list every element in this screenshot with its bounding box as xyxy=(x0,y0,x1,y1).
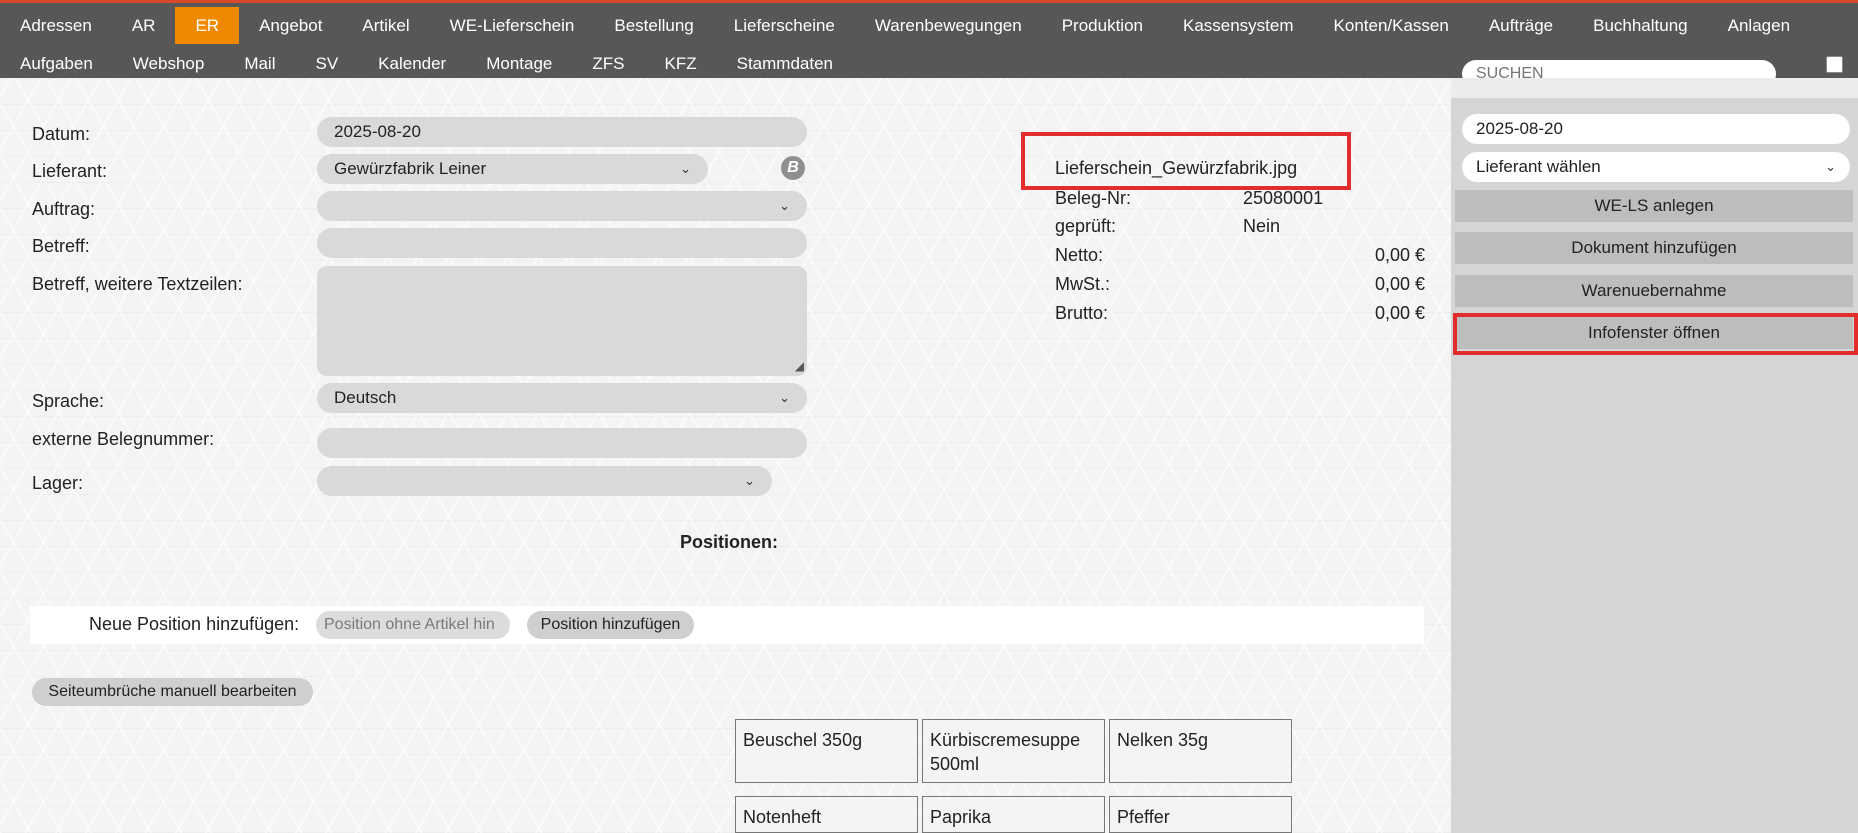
select-all-checkbox[interactable] xyxy=(1826,56,1843,73)
nav-item-webshop[interactable]: Webshop xyxy=(113,45,225,82)
nav-item-stammdaten[interactable]: Stammdaten xyxy=(717,45,853,82)
brutto-value: 0,00 € xyxy=(1375,303,1426,323)
article-tile[interactable]: Notenheft xyxy=(735,796,918,833)
chevron-down-icon: ⌄ xyxy=(779,390,790,405)
nav-item-zfs[interactable]: ZFS xyxy=(572,45,644,82)
nav-item-buchhaltung[interactable]: Buchhaltung xyxy=(1573,7,1708,44)
nav-item-bestellung[interactable]: Bestellung xyxy=(594,7,713,44)
nav-item-angebot[interactable]: Angebot xyxy=(239,7,342,44)
page-break-edit-button[interactable]: Seiteumbrüche manuell bearbeiten xyxy=(32,678,313,706)
betreff-more-label: Betreff, weitere Textzeilen: xyxy=(32,274,243,294)
sidebar-date-field[interactable]: 2025-08-20 xyxy=(1462,114,1850,144)
lager-select[interactable]: ⌄ xyxy=(317,466,772,496)
lager-label: Lager: xyxy=(32,473,84,493)
sidebar-divider xyxy=(1451,78,1858,98)
nav-item-kalender[interactable]: Kalender xyxy=(358,45,466,82)
nav-item-warenbewegungen[interactable]: Warenbewegungen xyxy=(855,7,1042,44)
lieferant-select[interactable]: Gewürzfabrik Leiner ⌄ xyxy=(317,154,708,184)
nav-item-ar[interactable]: AR xyxy=(112,7,176,44)
nav-item-lieferscheine[interactable]: Lieferscheine xyxy=(714,7,855,44)
chevron-down-icon: ⌄ xyxy=(1825,159,1836,174)
nav-item-kassensystem[interactable]: Kassensystem xyxy=(1163,7,1314,44)
mwst-value: 0,00 € xyxy=(1375,274,1426,294)
nav-row-secondary: Aufgaben Webshop Mail SV Kalender Montag… xyxy=(0,45,853,82)
externe-belegnummer-label: externe Belegnummer: xyxy=(32,429,215,449)
nav-item-artikel[interactable]: Artikel xyxy=(342,7,429,44)
nav-item-sv[interactable]: SV xyxy=(295,45,358,82)
we-ls-anlegen-button[interactable]: WE-LS anlegen xyxy=(1455,190,1853,222)
externe-belegnummer-field[interactable] xyxy=(317,428,807,458)
document-filename[interactable]: Lieferschein_Gewürzfabrik.jpg xyxy=(1055,158,1297,179)
netto-value: 0,00 € xyxy=(1375,245,1426,265)
lieferant-select-value: Gewürzfabrik Leiner xyxy=(334,159,487,178)
infofenster-oeffnen-button[interactable]: Infofenster öffnen xyxy=(1455,317,1853,349)
sprache-select-value: Deutsch xyxy=(334,388,397,407)
nav-item-produktion[interactable]: Produktion xyxy=(1042,7,1163,44)
datum-label: Datum: xyxy=(32,124,91,144)
nav-item-auftraege[interactable]: Aufträge xyxy=(1469,7,1573,44)
beleg-nr-label: Beleg-Nr: xyxy=(1055,188,1132,208)
positions-heading: Positionen: xyxy=(680,532,778,552)
brutto-label: Brutto: xyxy=(1055,303,1109,323)
add-position-button[interactable]: Position hinzufügen xyxy=(527,611,694,639)
betreff-more-textarea[interactable]: ◢ xyxy=(317,266,807,376)
dokument-hinzufuegen-button[interactable]: Dokument hinzufügen xyxy=(1455,232,1853,264)
article-tile[interactable]: Pfeffer xyxy=(1109,796,1292,833)
geprueft-label: geprüft: xyxy=(1055,216,1117,236)
resize-handle-icon[interactable]: ◢ xyxy=(795,359,804,373)
datum-field[interactable]: 2025-08-20 xyxy=(317,117,807,147)
position-text-input[interactable]: Position ohne Artikel hin xyxy=(316,611,510,639)
nav-item-mail[interactable]: Mail xyxy=(224,45,295,82)
mwst-label: MwSt.: xyxy=(1055,274,1111,294)
article-tile[interactable]: Beuschel 350g xyxy=(735,719,918,783)
sidebar-supplier-select[interactable]: Lieferant wählen ⌄ xyxy=(1462,152,1850,182)
article-tile[interactable]: Nelken 35g xyxy=(1109,719,1292,783)
nav-item-aufgaben[interactable]: Aufgaben xyxy=(0,45,113,82)
betreff-field[interactable] xyxy=(317,228,807,258)
sprache-select[interactable]: Deutsch ⌄ xyxy=(317,383,807,413)
auftrag-select[interactable]: ⌄ xyxy=(317,191,807,221)
chevron-down-icon: ⌄ xyxy=(779,198,790,213)
nav-row-primary: Adressen AR ER Angebot Artikel WE-Liefer… xyxy=(0,7,1810,44)
nav-item-adressen[interactable]: Adressen xyxy=(0,7,112,44)
nav-item-konten-kassen[interactable]: Konten/Kassen xyxy=(1314,7,1469,44)
chevron-down-icon: ⌄ xyxy=(744,473,755,488)
chevron-down-icon: ⌄ xyxy=(680,161,691,176)
lieferant-label: Lieferant: xyxy=(32,161,108,181)
sidebar-supplier-select-value: Lieferant wählen xyxy=(1476,157,1601,176)
netto-label: Netto: xyxy=(1055,245,1104,265)
nav-item-anlagen[interactable]: Anlagen xyxy=(1708,7,1810,44)
warenuebernahme-button[interactable]: Warenuebernahme xyxy=(1455,275,1853,307)
betreff-label: Betreff: xyxy=(32,236,90,256)
nav-item-we-lieferschein[interactable]: WE-Lieferschein xyxy=(430,7,595,44)
article-tile[interactable]: Kürbiscremesuppe 500ml xyxy=(922,719,1105,783)
nav-item-montage[interactable]: Montage xyxy=(466,45,572,82)
article-tile[interactable]: Paprika xyxy=(922,796,1105,833)
b-badge-icon[interactable]: B xyxy=(781,156,805,180)
nav-item-er[interactable]: ER xyxy=(175,7,240,44)
new-position-label: Neue Position hinzufügen: xyxy=(89,614,300,634)
sprache-label: Sprache: xyxy=(32,391,105,411)
nav-item-kfz[interactable]: KFZ xyxy=(645,45,717,82)
auftrag-label: Auftrag: xyxy=(32,199,96,219)
geprueft-value: Nein xyxy=(1243,216,1281,236)
beleg-nr-value: 25080001 xyxy=(1243,188,1324,208)
